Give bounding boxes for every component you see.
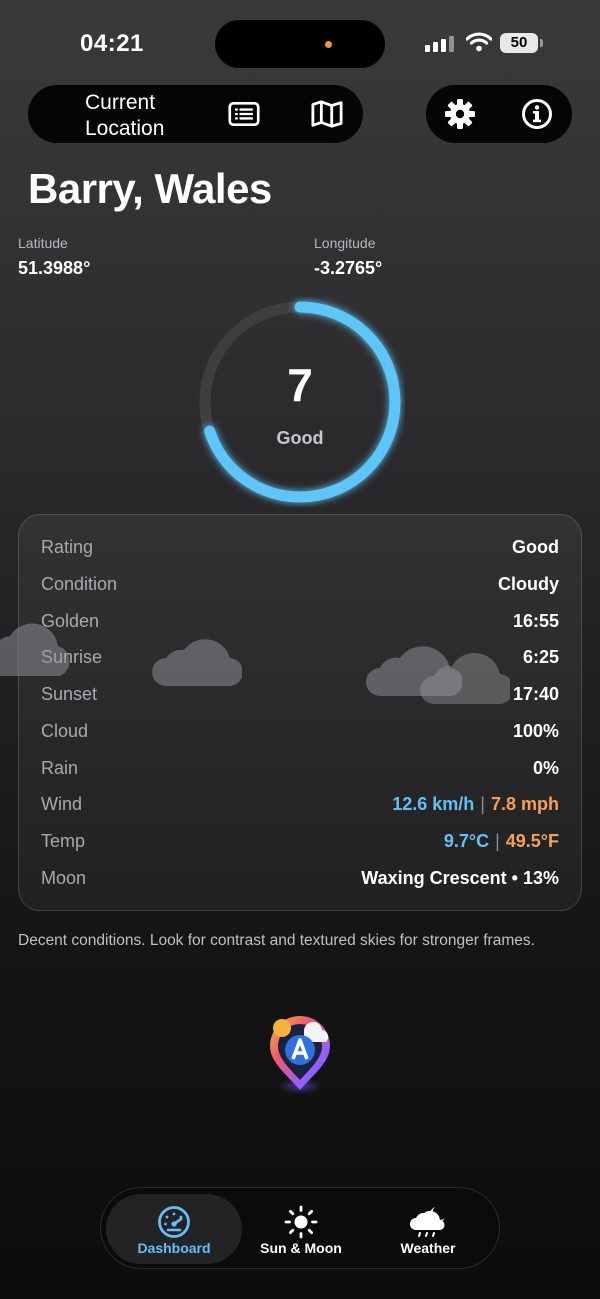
golden-value: 16:55 — [512, 610, 559, 631]
tab-sun-moon[interactable]: Sun & Moon — [233, 1194, 369, 1264]
longitude-label: Longitude — [314, 235, 376, 251]
wind-label: Wind — [41, 793, 83, 814]
longitude-value: -3.2765° — [314, 258, 383, 278]
tab-weather[interactable]: Weather — [360, 1194, 496, 1264]
cellular-signal-icon — [425, 36, 454, 52]
score-label: Good — [276, 428, 324, 448]
latitude-label: Latitude — [18, 235, 68, 251]
cloud-decoration-icon — [152, 639, 242, 687]
privacy-indicator-dot — [325, 41, 332, 48]
tab-dashboard-label: Dashboard — [137, 1240, 211, 1256]
info-icon[interactable] — [521, 99, 553, 129]
cloud-moon-rain-icon — [410, 1207, 445, 1237]
sun-icon — [284, 1205, 318, 1239]
temp-label: Temp — [41, 830, 86, 851]
sunrise-value: 6:25 — [522, 646, 559, 667]
conditions-note: Decent conditions. Look for contrast and… — [18, 932, 535, 949]
status-time: 04:21 — [80, 30, 144, 57]
score-value: 7 — [287, 359, 313, 411]
rain-value: 0% — [532, 757, 559, 778]
condition-value: Cloudy — [498, 573, 559, 594]
wifi-icon — [466, 32, 492, 52]
temp-values: 9.7°C | 49.5°F — [444, 831, 559, 852]
rain-label: Rain — [41, 757, 79, 778]
cloud-label: Cloud — [41, 720, 89, 741]
rating-label: Rating — [41, 536, 94, 557]
wind-row: Wind 12.6 km/h | 7.8 mph — [41, 789, 559, 819]
dynamic-island — [215, 20, 385, 68]
battery-indicator: 50 — [500, 33, 543, 53]
cloud-decoration-icon — [0, 623, 70, 676]
bottom-tab-bar: Dashboard Sun & Moon Weather — [100, 1187, 500, 1269]
rating-row: Rating Good — [41, 532, 559, 562]
temp-row: Temp 9.7°C | 49.5°F — [41, 826, 559, 856]
current-location-button[interactable]: Current Location — [85, 90, 205, 142]
rain-row: Rain 0% — [41, 753, 559, 783]
moon-label: Moon — [41, 867, 87, 888]
cloud-value: 100% — [512, 720, 559, 741]
sunset-label: Sunset — [41, 683, 98, 704]
moon-row: Moon Waxing Crescent • 13% — [41, 863, 559, 893]
location-toolbar: Current Location — [28, 85, 363, 143]
app-logo-icon — [270, 1016, 330, 1094]
moon-value: Waxing Crescent • 13% — [361, 867, 559, 888]
temp-celsius: 9.7°C — [443, 830, 490, 851]
temp-fahrenheit: 49.5°F — [505, 830, 559, 851]
cloud-decoration-icon — [420, 653, 510, 705]
rating-value: Good — [512, 536, 559, 557]
wind-separator: | — [480, 793, 485, 814]
sunset-value: 17:40 — [512, 683, 559, 704]
tab-dashboard[interactable]: Dashboard — [106, 1194, 242, 1264]
tab-weather-label: Weather — [400, 1240, 456, 1256]
conditions-card: Rating Good Condition Cloudy Golden 16:55 S… — [18, 514, 582, 911]
tab-sun-moon-label: Sun & Moon — [260, 1240, 342, 1256]
wind-values: 12.6 km/h | 7.8 mph — [392, 794, 559, 815]
list-icon[interactable] — [228, 99, 260, 129]
temp-separator: | — [495, 830, 500, 851]
gear-icon[interactable] — [444, 99, 476, 129]
wind-kmh: 12.6 km/h — [392, 793, 475, 814]
wind-mph: 7.8 mph — [490, 793, 559, 814]
latitude-value: 51.3988° — [18, 258, 91, 278]
golden-row: Golden 16:55 — [41, 606, 559, 636]
condition-row: Condition Cloudy — [41, 569, 559, 599]
city-title: Barry, Wales — [28, 165, 272, 212]
settings-toolbar — [426, 85, 572, 143]
map-icon[interactable] — [311, 99, 343, 129]
condition-label: Condition — [41, 573, 118, 594]
cloud-row: Cloud 100% — [41, 716, 559, 746]
gauge-icon — [158, 1206, 190, 1238]
